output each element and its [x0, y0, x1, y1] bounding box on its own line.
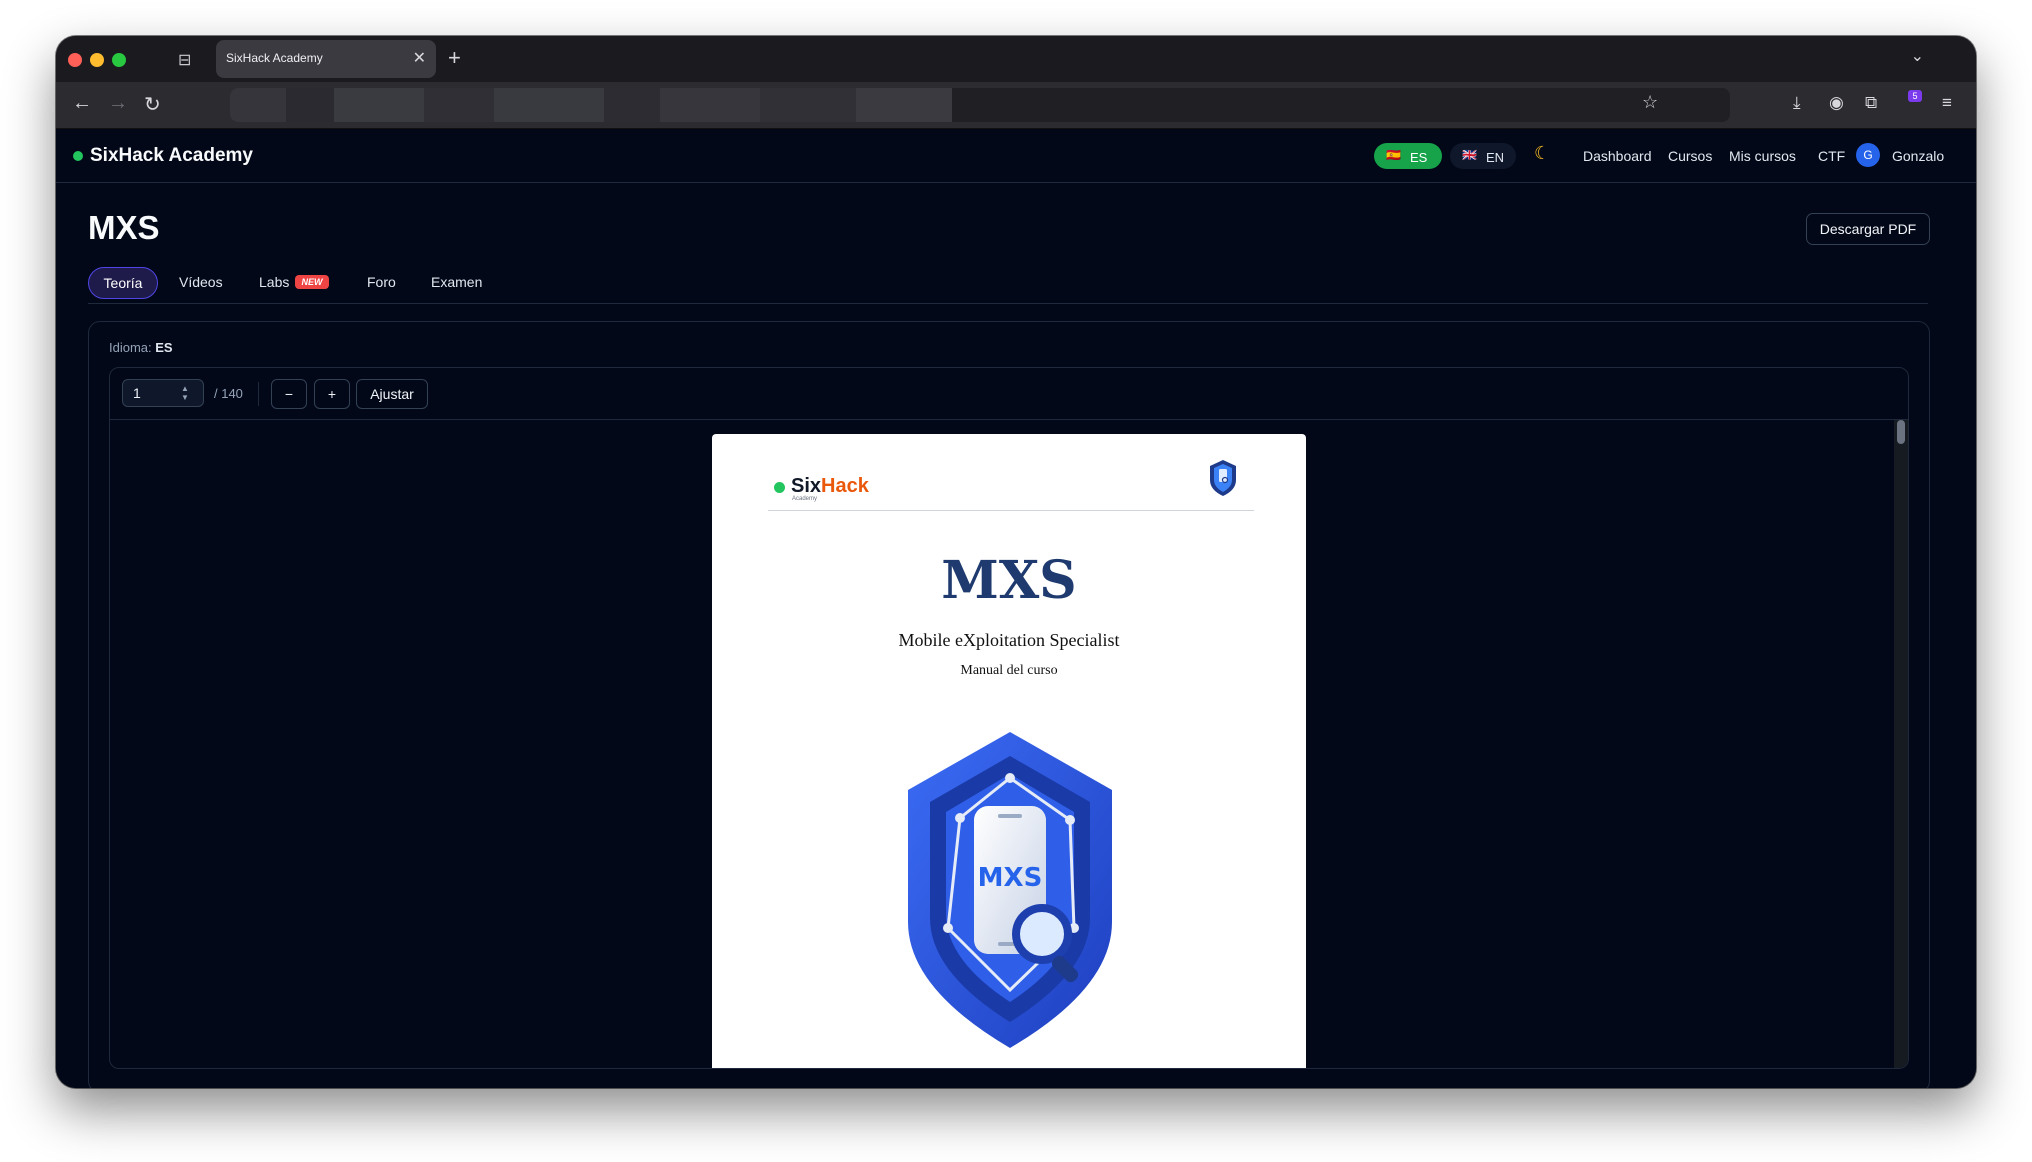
menu-icon[interactable]: ≡ [1942, 93, 1952, 113]
browser-toolbar: ← → ↻ ☆ ⤓ ◉ ⧉ 5 ≡ [56, 82, 1976, 129]
certificate-badge-icon [1210, 460, 1236, 496]
pdf-header-rule [768, 510, 1254, 511]
browser-tab-title: SixHack Academy [226, 51, 323, 65]
tab-examen[interactable]: Examen [431, 267, 482, 297]
language-indicator: Idioma: ES [109, 340, 173, 355]
moon-icon[interactable]: ☾ [1534, 143, 1550, 164]
total-pages: / 140 [214, 386, 243, 401]
nav-ctf[interactable]: CTF [1818, 148, 1845, 164]
pdf-logo-dot [774, 482, 785, 493]
account-icon[interactable]: ◉ [1829, 93, 1844, 113]
nav-mis-cursos[interactable]: Mis cursos [1729, 148, 1796, 164]
course-tabs: Teoría Vídeos Labs NEW Foro Examen [88, 267, 1928, 304]
tab-videos[interactable]: Vídeos [179, 267, 223, 297]
theory-panel: Idioma: ES ▲▼ / 140 − + Ajustar [88, 321, 1930, 1088]
shield-illustration: MXS [900, 726, 1120, 1058]
language-label: Idioma: [109, 340, 152, 355]
browser-tab-strip: ⊟ SixHack Academy ✕ + ⌄ [56, 36, 1976, 82]
toolbar-divider [258, 382, 259, 406]
app-navbar: SixHack Academy 🇪🇸 ES 🇬🇧 EN ☾ Dashboard … [56, 129, 1976, 183]
brand-status-dot [73, 151, 83, 161]
pdf-logo-hack: Hack [821, 475, 869, 497]
language-es-button[interactable]: 🇪🇸 ES [1374, 143, 1442, 169]
brand-logo[interactable]: SixHack Academy [90, 145, 253, 167]
pdf-viewer-toolbar: ▲▼ / 140 − + Ajustar [110, 368, 1908, 420]
zoom-in-button[interactable]: + [314, 379, 350, 409]
url-bar[interactable] [230, 88, 1730, 122]
viewer-scrollbar[interactable] [1894, 420, 1908, 1068]
avatar[interactable]: G [1856, 143, 1880, 167]
tab-labs[interactable]: Labs NEW [259, 267, 339, 297]
zoom-out-button[interactable]: − [271, 379, 307, 409]
pdf-subtitle: Mobile eXploitation Specialist [898, 630, 1120, 650]
uk-flag-icon: 🇬🇧 [1462, 148, 1477, 162]
download-icon[interactable]: ⤓ [1793, 93, 1801, 113]
nav-cursos[interactable]: Cursos [1668, 148, 1712, 164]
pdf-logo-subtitle: Academy [792, 496, 818, 502]
shield-label: MXS [977, 863, 1043, 893]
new-badge: NEW [295, 275, 329, 289]
minimize-window-button[interactable] [90, 53, 104, 67]
extension-badge[interactable]: 5 [1908, 90, 1922, 102]
tab-foro[interactable]: Foro [367, 267, 396, 297]
app-page: SixHack Academy 🇪🇸 ES 🇬🇧 EN ☾ Dashboard … [56, 129, 1976, 1088]
spain-flag-icon: 🇪🇸 [1386, 148, 1401, 162]
language-en-label: EN [1486, 150, 1505, 165]
user-name[interactable]: Gonzalo [1892, 148, 1944, 164]
close-window-button[interactable] [68, 53, 82, 67]
download-pdf-button[interactable]: Descargar PDF [1806, 213, 1930, 245]
bookmark-star-icon[interactable]: ☆ [1642, 92, 1658, 113]
language-value: ES [155, 340, 173, 355]
pdf-logo-six: Six [791, 475, 822, 497]
browser-window: ⊟ SixHack Academy ✕ + ⌄ ← → ↻ ☆ ⤓ ◉ ⧉ 5 … [56, 36, 1976, 1088]
chevron-down-icon[interactable]: ⌄ [1911, 46, 1924, 66]
page-title: MXS [88, 209, 160, 246]
reload-icon[interactable]: ↻ [144, 92, 161, 117]
nav-dashboard[interactable]: Dashboard [1583, 148, 1652, 164]
new-tab-button[interactable]: + [448, 45, 461, 71]
language-en-button[interactable]: 🇬🇧 EN [1450, 143, 1516, 169]
pdf-page: SixHack Academy MXS Mobile eXploitation … [712, 434, 1306, 1068]
pdf-viewer: ▲▼ / 140 − + Ajustar SixHack Academy [109, 367, 1909, 1069]
fit-button[interactable]: Ajustar [356, 379, 428, 409]
back-arrow-icon[interactable]: ← [72, 92, 92, 115]
page-stepper-icon[interactable]: ▲ ▼ [178, 384, 192, 402]
close-tab-icon[interactable]: ✕ [413, 48, 426, 68]
tab-teoria[interactable]: Teoría [88, 267, 158, 299]
pdf-caption: Manual del curso [960, 663, 1058, 678]
tab-labs-label: Labs [259, 274, 290, 290]
pdf-logo: SixHack [791, 475, 869, 498]
language-es-label: ES [1410, 150, 1428, 165]
maximize-window-button[interactable] [112, 53, 126, 67]
scrollbar-thumb[interactable] [1897, 420, 1905, 444]
extensions-icon[interactable]: ⧉ [1865, 93, 1877, 113]
sidebar-toggle-icon[interactable]: ⊟ [178, 50, 191, 70]
browser-tab-active[interactable]: SixHack Academy ✕ [216, 40, 436, 78]
forward-arrow-icon[interactable]: → [108, 92, 128, 115]
pdf-title: MXS [941, 550, 1077, 611]
